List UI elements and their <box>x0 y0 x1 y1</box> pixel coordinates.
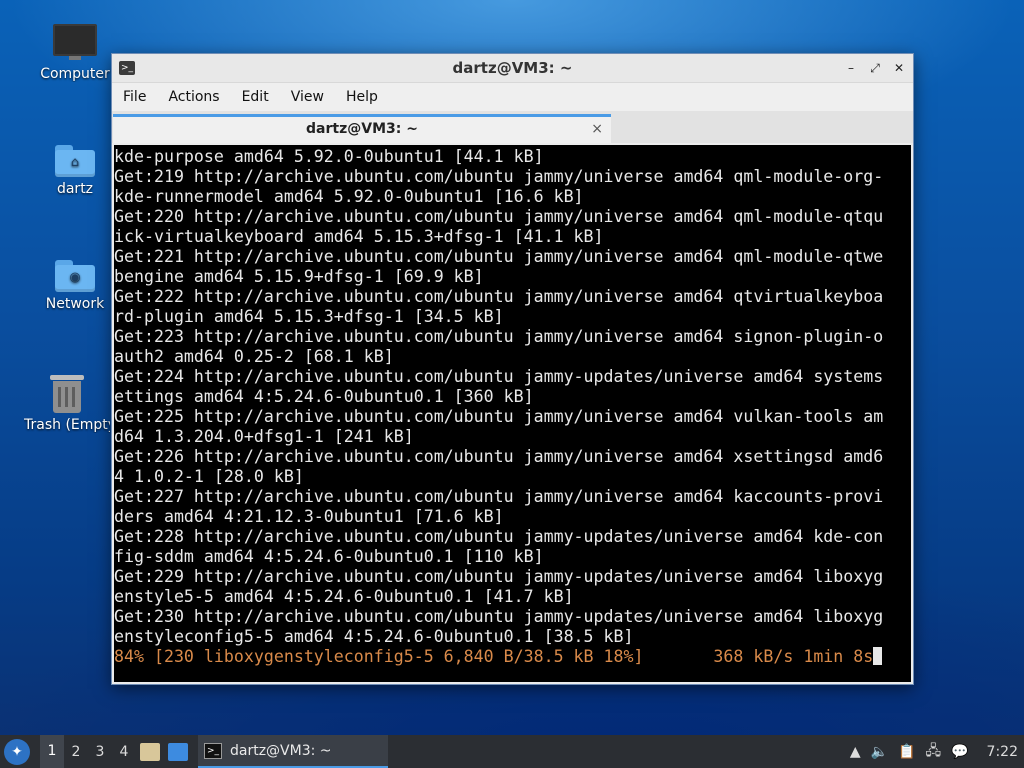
terminal-cursor <box>873 647 883 665</box>
terminal-line: rd-plugin amd64 5.15.3+dfsg-1 [34.5 kB] <box>114 307 504 326</box>
desktop-icon-label: dartz <box>56 181 94 197</box>
title-bar[interactable]: >_ dartz@VM3: ~ – ⤢ ✕ <box>112 54 913 83</box>
desktop-icon-computer[interactable]: Computer <box>27 24 123 82</box>
terminal-output[interactable]: kde-purpose amd64 5.92.0-0ubuntu1 [44.1 … <box>114 145 911 682</box>
terminal-line: ders amd64 4:21.12.3-0ubuntu1 [71.6 kB] <box>114 507 504 526</box>
terminal-line: kde-purpose amd64 5.92.0-0ubuntu1 [44.1 … <box>114 147 544 166</box>
updates-icon[interactable]: ▲ <box>850 744 861 760</box>
tab-terminal[interactable]: dartz@VM3: ~ × <box>113 114 611 143</box>
terminal-task-icon: >_ <box>204 742 222 759</box>
terminal-line: auth2 amd64 0.25-2 [68.1 kB] <box>114 347 394 366</box>
terminal-line: d64 1.3.204.0+dfsg1-1 [241 kB] <box>114 427 414 446</box>
taskbar-task-terminal[interactable]: >_ dartz@VM3: ~ <box>198 735 388 768</box>
terminal-line: Get:226 http://archive.ubuntu.com/ubuntu… <box>114 447 884 466</box>
terminal-app-icon: >_ <box>119 61 135 75</box>
workspace-4[interactable]: 4 <box>112 744 136 760</box>
volume-icon[interactable]: 🔈 <box>871 744 888 760</box>
maximize-icon[interactable]: ⤢ <box>867 60 883 76</box>
menu-view[interactable]: View <box>280 89 335 105</box>
terminal-line: enstyleconfig5-5 amd64 4:5.24.6-0ubuntu0… <box>114 627 634 646</box>
task-label: dartz@VM3: ~ <box>230 742 332 759</box>
terminal-line: Get:228 http://archive.ubuntu.com/ubuntu… <box>114 527 884 546</box>
workspace-2[interactable]: 2 <box>64 744 88 760</box>
menu-file[interactable]: File <box>112 89 157 105</box>
terminal-line: Get:230 http://archive.ubuntu.com/ubuntu… <box>114 607 884 626</box>
terminal-line: Get:224 http://archive.ubuntu.com/ubuntu… <box>114 367 884 386</box>
desktop-icon-network[interactable]: ◉ Network <box>27 260 123 312</box>
close-icon[interactable]: ✕ <box>891 60 907 76</box>
terminal-line: Get:229 http://archive.ubuntu.com/ubuntu… <box>114 567 884 586</box>
trash-icon <box>50 375 84 413</box>
desktop-icon-trash[interactable]: Trash (Empty) <box>24 375 110 433</box>
computer-icon <box>53 24 97 60</box>
terminal-line: Get:219 http://archive.ubuntu.com/ubuntu… <box>114 167 884 186</box>
terminal-window: >_ dartz@VM3: ~ – ⤢ ✕ File Actions Edit … <box>111 53 914 685</box>
taskbar: ✦ 1 2 3 4 >_ dartz@VM3: ~ ▲ 🔈 📋 🖧 💬 7:22 <box>0 735 1024 768</box>
window-title: dartz@VM3: ~ <box>452 59 573 77</box>
terminal-line: Get:221 http://archive.ubuntu.com/ubuntu… <box>114 247 884 266</box>
terminal-line: fig-sddm amd64 4:5.24.6-0ubuntu0.1 [110 … <box>114 547 544 566</box>
desktop-icon-label: Trash (Empty) <box>24 417 110 433</box>
network-folder-icon: ◉ <box>55 260 95 292</box>
progress-line: 84% [230 liboxygenstyleconfig5-5 6,840 B… <box>114 647 911 667</box>
show-desktop-icon[interactable] <box>168 742 188 761</box>
menu-bar: File Actions Edit View Help <box>112 83 913 111</box>
desktop-icon-home[interactable]: ⌂ dartz <box>27 145 123 197</box>
terminal-line: Get:222 http://archive.ubuntu.com/ubuntu… <box>114 287 884 306</box>
menu-actions[interactable]: Actions <box>157 89 230 105</box>
tab-bar: dartz@VM3: ~ × <box>112 111 913 143</box>
clipboard-icon[interactable]: 📋 <box>898 744 915 760</box>
terminal-line: Get:223 http://archive.ubuntu.com/ubuntu… <box>114 327 884 346</box>
desktop-icon-label: Network <box>45 296 105 312</box>
start-menu-icon[interactable]: ✦ <box>4 738 30 765</box>
system-tray: ▲ 🔈 📋 🖧 💬 7:22 <box>850 740 1018 764</box>
desktop-icon-label: Computer <box>40 66 110 82</box>
clock[interactable]: 7:22 <box>987 744 1018 760</box>
terminal-line: ettings amd64 4:5.24.6-0ubuntu0.1 [360 k… <box>114 387 534 406</box>
progress-text: 84% [230 liboxygenstyleconfig5-5 6,840 B… <box>114 647 874 666</box>
terminal-line: 4 1.0.2-1 [28.0 kB] <box>114 467 304 486</box>
terminal-line: kde-runnermodel amd64 5.92.0-0ubuntu1 [1… <box>114 187 584 206</box>
file-manager-launcher-icon[interactable] <box>140 742 160 761</box>
minimize-icon[interactable]: – <box>843 60 859 76</box>
terminal-line: Get:220 http://archive.ubuntu.com/ubuntu… <box>114 207 884 226</box>
terminal-line: Get:225 http://archive.ubuntu.com/ubuntu… <box>114 407 884 426</box>
menu-help[interactable]: Help <box>335 89 389 105</box>
terminal-line: ick-virtualkeyboard amd64 5.15.3+dfsg-1 … <box>114 227 604 246</box>
workspace-1[interactable]: 1 <box>40 735 64 768</box>
workspace-3[interactable]: 3 <box>88 744 112 760</box>
terminal-line: Get:227 http://archive.ubuntu.com/ubuntu… <box>114 487 884 506</box>
home-folder-icon: ⌂ <box>55 145 95 177</box>
tab-label: dartz@VM3: ~ <box>306 121 418 137</box>
menu-edit[interactable]: Edit <box>231 89 280 105</box>
terminal-line: bengine amd64 5.15.9+dfsg-1 [69.9 kB] <box>114 267 484 286</box>
network-icon[interactable]: 🖧 <box>925 740 941 764</box>
tab-close-icon[interactable]: × <box>591 117 603 141</box>
notifications-icon[interactable]: 💬 <box>951 744 968 760</box>
terminal-line: enstyle5-5 amd64 4:5.24.6-0ubuntu0.1 [41… <box>114 587 574 606</box>
